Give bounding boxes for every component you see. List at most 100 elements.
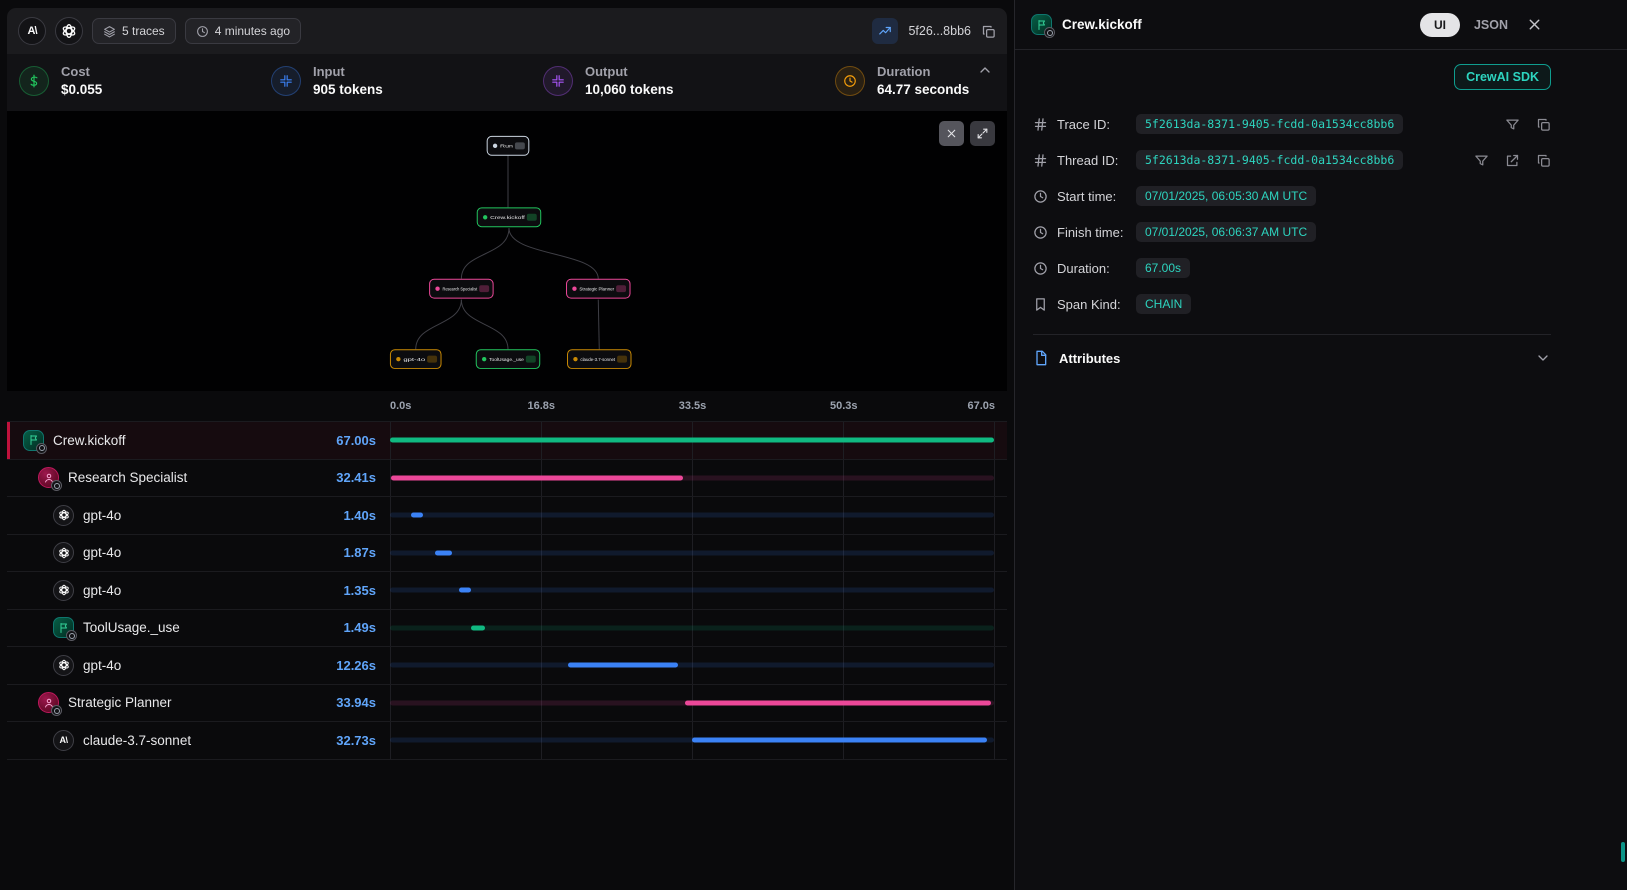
span-name: gpt-4o [83,658,121,673]
copy-button[interactable] [1536,153,1551,168]
stat-value: 905 tokens [313,82,383,97]
instrumentation-badge-icon [1044,27,1055,38]
detail-field-row: Start time:07/01/2025, 06:05:30 AM UTC [1033,178,1551,214]
span-row[interactable]: gpt-4o1.35s [7,572,1007,610]
scrollbar-thumb[interactable] [1621,842,1625,862]
clock-icon [196,25,209,38]
expand-graph-button[interactable] [970,121,995,146]
close-graph-button[interactable] [939,121,964,146]
axis-tick-label: 67.0s [967,400,995,412]
filter-button[interactable] [1474,153,1489,168]
tab-ui[interactable]: UI [1420,13,1460,37]
span-name: Strategic Planner [68,695,172,710]
openai-logo-icon [53,542,74,563]
metrics-button[interactable] [872,18,898,44]
trace-short-id: 5f26...8bb6 [908,24,971,38]
graph-edges [416,155,600,349]
anthropic-glyph: A\ [28,25,37,37]
field-value: CHAIN [1136,294,1191,314]
trending-up-icon [878,24,892,38]
copy-trace-id-button[interactable] [981,24,996,39]
traces-count-badge[interactable]: 5 traces [92,18,176,44]
timeline-bar [459,588,471,593]
graph-node[interactable]: ToolUsage._use [476,350,539,369]
cost-icon [19,66,49,96]
clock-icon [843,74,857,88]
field-label: Thread ID: [1057,153,1127,168]
graph-node[interactable]: Research Specialist [430,279,493,298]
graph-node[interactable]: claude-3.7-sonnet [568,350,631,369]
crewai-icon [53,617,74,638]
span-timeline-cell [390,685,995,722]
openai-icon [58,659,70,671]
details-tabs: UI JSON [1420,13,1543,37]
timeline-bar [471,625,484,630]
external-link-button[interactable] [1505,153,1520,168]
traces-count-label: 5 traces [122,24,165,38]
graph-node[interactable]: Crew.kickoff [477,208,540,227]
span-row[interactable]: gpt-4o1.87s [7,535,1007,573]
timeline-bar [391,475,683,480]
span-duration: 1.87s [343,545,390,560]
span-row[interactable]: Strategic Planner 33.94s [7,685,1007,723]
span-duration: 32.41s [336,470,390,485]
detail-field-row: Duration:67.00s [1033,250,1551,286]
arrows-in-icon [279,74,293,88]
detail-field-row: Trace ID:5f2613da-8371-9405-fcdd-0a1534c… [1033,106,1551,142]
input-tokens-icon [271,66,301,96]
span-row[interactable]: Crew.kickoff67.00s [7,422,1007,460]
span-row-label-area: Strategic Planner 33.94s [7,685,390,722]
span-row-label-area: ToolUsage._use1.49s [7,610,390,647]
file-icon [1033,350,1049,366]
layers-icon [103,25,116,38]
span-duration: 33.94s [336,695,390,710]
trace-main-panel: A\ 5 traces 4 minutes ago 5f26...8bb6 [0,0,1015,890]
details-body: CrewAI SDK Trace ID:5f2613da-8371-9405-f… [1015,50,1627,381]
sdk-row: CrewAI SDK [1033,64,1551,90]
field-value: 67.00s [1136,258,1190,278]
field-value: 5f2613da-8371-9405-fcdd-0a1534cc8bb6 [1136,150,1403,170]
tab-json[interactable]: JSON [1474,18,1508,32]
openai-logo-icon [53,505,74,526]
attributes-toggle[interactable]: Attributes [1033,335,1551,381]
timeline-track [390,663,994,668]
field-actions [1474,153,1551,168]
span-row[interactable]: A\claude-3.7-sonnet32.73s [7,722,1007,760]
span-duration: 1.40s [343,508,390,523]
details-title: Crew.kickoff [1062,17,1142,32]
bookmark-icon [1033,297,1048,312]
hash-icon [1033,117,1048,132]
axis-spacer [7,391,390,421]
span-row[interactable]: ToolUsage._use1.49s [7,610,1007,648]
axis-tick-label: 33.5s [679,400,707,412]
clock-icon [1033,189,1048,204]
span-name: Crew.kickoff [53,433,126,448]
copy-button[interactable] [1536,117,1551,132]
graph-node[interactable]: Strategic Planner [567,279,630,298]
details-header: Crew.kickoff UI JSON [1015,0,1627,50]
clock-icon [1033,261,1048,276]
stat-duration: Duration 64.77 seconds [835,64,969,97]
openai-icon [58,509,70,521]
instrumentation-badge-icon [51,480,62,491]
span-row-label-area: Crew.kickoff67.00s [7,422,390,459]
span-name: ToolUsage._use [83,620,180,635]
timeline-track [390,588,994,593]
graph-node[interactable]: Run [487,136,529,155]
instrumentation-badge-icon [66,630,77,641]
stats-bar: Cost $0.055 Input 905 tokens Output 10,0… [7,54,1007,111]
graph-node[interactable]: gpt-4o [390,350,441,369]
span-graph: Run Crew.kickoff Research Specialist Strate… [7,111,1007,391]
span-row[interactable]: Research Specialist32.41s [7,460,1007,498]
stat-value: 10,060 tokens [585,82,674,97]
span-row-label-area: gpt-4o12.26s [7,647,390,684]
filter-button[interactable] [1505,117,1520,132]
span-row[interactable]: gpt-4o1.40s [7,497,1007,535]
close-details-button[interactable] [1526,16,1543,33]
span-row[interactable]: gpt-4o12.26s [7,647,1007,685]
hash-icon [1033,153,1048,168]
span-graph-canvas: Run Crew.kickoff Research Specialist Strate… [7,111,1007,391]
output-tokens-icon [543,66,573,96]
span-timeline-cell [390,497,995,534]
collapse-stats-button[interactable] [977,62,993,78]
